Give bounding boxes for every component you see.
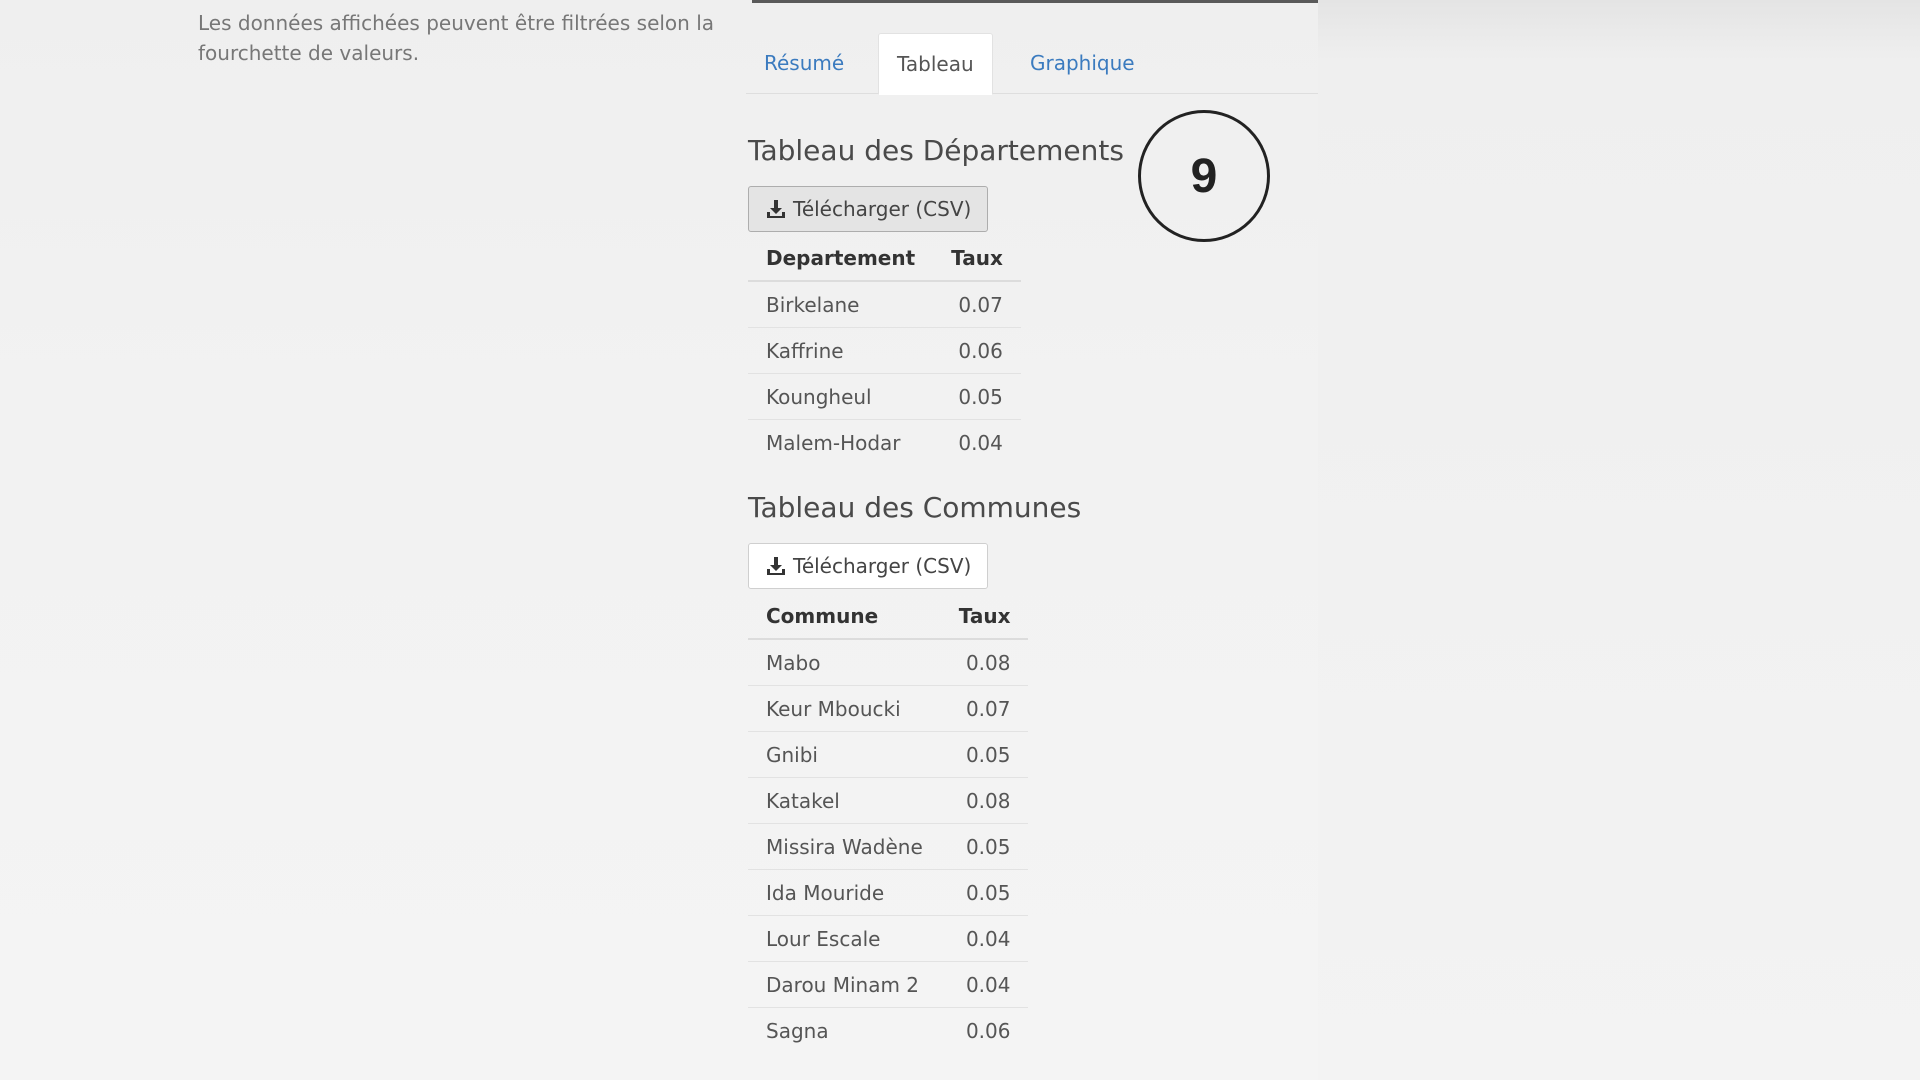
commune-name: Sagna: [748, 1007, 941, 1053]
departement-name: Kaffrine: [748, 327, 934, 374]
download-communes-csv-button[interactable]: Télécharger (CSV): [748, 543, 989, 589]
table-header-row: Commune Taux: [748, 594, 1029, 640]
communes-title: Tableau des Communes: [748, 491, 1082, 524]
download-departements-csv-button[interactable]: Télécharger (CSV): [748, 186, 989, 232]
download-icon: [767, 557, 785, 575]
departement-taux: 0.06: [933, 327, 1021, 374]
column-header-departement[interactable]: Departement: [748, 236, 934, 282]
commune-taux: 0.08: [940, 638, 1029, 686]
commune-name: Ida Mouride: [748, 869, 941, 916]
departement-taux: 0.04: [933, 419, 1021, 465]
download-icon: [767, 200, 785, 218]
column-header-taux[interactable]: Taux: [940, 594, 1029, 640]
tab-bar: Résumé Tableau Graphique: [746, 33, 1318, 95]
tab-tableau[interactable]: Tableau: [878, 33, 993, 95]
page: Les données affichées peuvent être filtr…: [0, 0, 1920, 1080]
commune-taux: 0.05: [940, 869, 1029, 916]
departements-table: Departement Taux Birkelane 0.07 Kaffrine…: [748, 236, 1021, 465]
table-row: Malem-Hodar 0.04: [748, 419, 1021, 465]
commune-name: Gnibi: [748, 731, 941, 778]
filter-note: Les données affichées peuvent être filtr…: [198, 8, 728, 68]
step-number: 9: [1190, 149, 1218, 203]
filter-note-line-1: Les données affichées peuvent être filtr…: [198, 11, 715, 35]
table-row: Missira Wadène 0.05: [748, 823, 1029, 870]
commune-name: Missira Wadène: [748, 823, 941, 870]
commune-name: Darou Minam 2: [748, 961, 941, 1008]
commune-name: Katakel: [748, 777, 941, 824]
table-row: Birkelane 0.07: [748, 280, 1021, 328]
commune-name: Lour Escale: [748, 915, 941, 962]
departement-name: Koungheul: [748, 373, 934, 420]
departement-taux: 0.07: [933, 280, 1021, 328]
table-row: Koungheul 0.05: [748, 373, 1021, 420]
commune-name: Keur Mboucki: [748, 685, 941, 732]
table-row: Ida Mouride 0.05: [748, 869, 1029, 916]
commune-taux: 0.05: [940, 731, 1029, 778]
table-row: Keur Mboucki 0.07: [748, 685, 1029, 732]
commune-taux: 0.08: [940, 777, 1029, 824]
commune-taux: 0.06: [940, 1007, 1029, 1053]
table-row: Gnibi 0.05: [748, 731, 1029, 778]
tab-graphique[interactable]: Graphique: [1012, 33, 1153, 93]
step-number-badge: 9: [1138, 110, 1270, 242]
column-header-commune[interactable]: Commune: [748, 594, 941, 640]
departement-name: Malem-Hodar: [748, 419, 934, 465]
departement-taux: 0.05: [933, 373, 1021, 420]
communes-table: Commune Taux Mabo 0.08 Keur Mboucki 0.07…: [748, 594, 1029, 1053]
departement-name: Birkelane: [748, 280, 934, 328]
download-departements-label: Télécharger (CSV): [793, 197, 972, 221]
table-row: Mabo 0.08: [748, 638, 1029, 686]
tab-resume[interactable]: Résumé: [746, 33, 862, 93]
panel-top-border: [752, 0, 1318, 3]
commune-taux: 0.07: [940, 685, 1029, 732]
column-header-taux[interactable]: Taux: [933, 236, 1021, 282]
commune-name: Mabo: [748, 638, 941, 686]
table-row: Lour Escale 0.04: [748, 915, 1029, 962]
table-row: Sagna 0.06: [748, 1007, 1029, 1053]
table-row: Darou Minam 2 0.04: [748, 961, 1029, 1008]
commune-taux: 0.04: [940, 961, 1029, 1008]
background-shade: [1318, 0, 1920, 1080]
departements-title: Tableau des Départements: [748, 134, 1124, 167]
download-communes-label: Télécharger (CSV): [793, 554, 972, 578]
commune-taux: 0.04: [940, 915, 1029, 962]
table-row: Kaffrine 0.06: [748, 327, 1021, 374]
table-header-row: Departement Taux: [748, 236, 1021, 282]
table-row: Katakel 0.08: [748, 777, 1029, 824]
filter-note-line-2: fourchette de valeurs.: [198, 41, 420, 65]
commune-taux: 0.05: [940, 823, 1029, 870]
